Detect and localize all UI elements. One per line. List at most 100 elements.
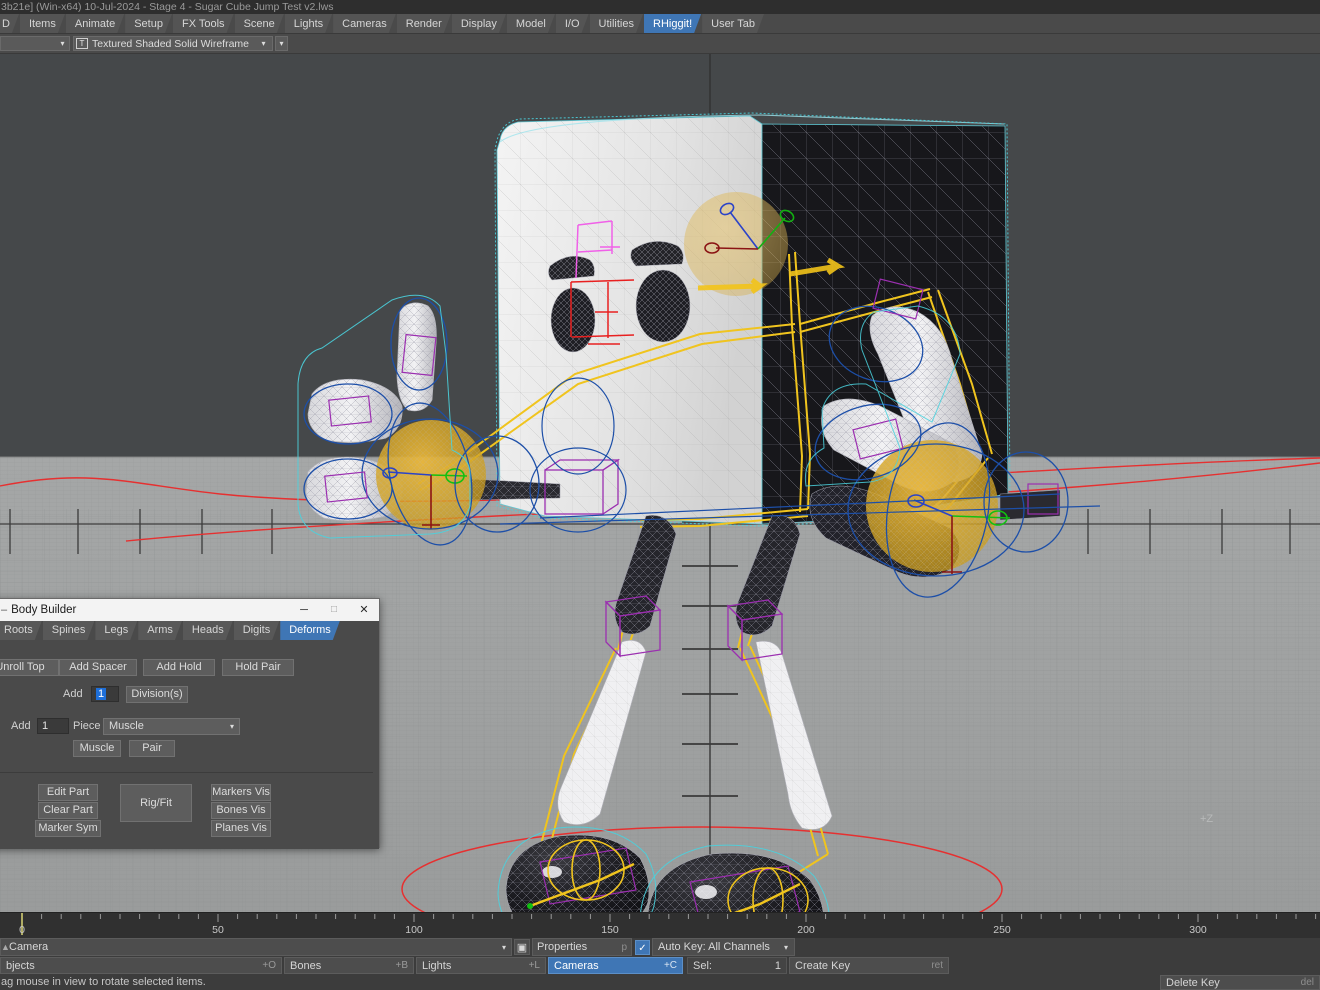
select-mode-label: bjects [6,960,35,972]
timeline-tick-label: 300 [1189,923,1207,937]
menu-tab-items[interactable]: Items [20,14,65,33]
piece-type-dropdown[interactable]: Muscle ▾ [103,718,240,735]
maximize-icon[interactable]: □ [319,599,349,621]
select-mode-cameras[interactable]: Cameras+C [548,957,683,974]
menu-tab-i-o[interactable]: I/O [556,14,589,33]
dialog-tab-digits[interactable]: Digits [234,621,280,640]
menu-tab-cameras[interactable]: Cameras [333,14,396,33]
dialog-tab-roots[interactable]: Roots [0,621,42,640]
delete-key-label: Delete Key [1166,977,1220,989]
bottom-row-camera: ▲ Camera ▾ ▣ Properties p ✓ Auto Key: Al… [0,938,1320,956]
select-mode-bones[interactable]: Bones+B [284,957,414,974]
add-hold-button[interactable]: Add Hold [143,659,215,676]
menu-tab-animate[interactable]: Animate [66,14,124,33]
menu-tab-utilities[interactable]: Utilities [590,14,643,33]
dialog-title-text: Body Builder [11,604,76,616]
pair-button[interactable]: Pair [129,740,175,757]
menu-tab-d[interactable]: D [0,14,19,33]
delete-key-button[interactable]: Delete Key del [1160,975,1320,990]
create-key-hotkey: ret [931,960,943,971]
timeline-tick-label: 50 [212,923,224,937]
menu-tab-lights[interactable]: Lights [285,14,332,33]
bones-vis-button[interactable]: Bones Vis [211,802,271,819]
select-mode-lights[interactable]: Lights+L [416,957,546,974]
unroll-top-button[interactable]: Unroll Top [0,659,59,676]
properties-hotkey: p [621,942,627,953]
dialog-tab-bar: Roots Spines LegsArms Heads Digits Deforms [0,621,379,640]
viewport-extra-dropdown[interactable]: ▾ [275,36,288,51]
dialog-tab-legs[interactable]: Legs [95,621,137,640]
timeline-ruler[interactable]: 050100150200250300 [0,912,1320,938]
create-key-button[interactable]: Create Key ret [789,957,949,974]
dialog-tab-label: Spines [52,624,86,636]
main-menu-tab-bar: D Items Animate Setup FX ToolsSceneLights Cam… [0,14,1320,34]
autokey-label: Auto Key: All Channels [658,941,770,953]
edit-part-button[interactable]: Edit Part [38,784,98,801]
body-builder-dialog[interactable]: – Body Builder ─ □ ✕ Roots Spines LegsArms… [0,598,380,848]
markers-vis-button[interactable]: Markers Vis [211,784,271,801]
menu-tab-label: Cameras [342,18,387,30]
timeline-frame-labels: 050100150200250300 [0,923,1320,937]
menu-tab-label: Setup [134,18,163,30]
planes-vis-button[interactable]: Planes Vis [211,820,271,837]
muscle-button[interactable]: Muscle [73,740,121,757]
timeline-tick-label: 200 [797,923,815,937]
piece-count-input[interactable]: 1 [37,718,69,734]
timeline-tick-label: 250 [993,923,1011,937]
marker-sym-button[interactable]: Marker Sym [35,820,101,837]
piece-label: Piece [73,720,101,732]
menu-tab-setup[interactable]: Setup [125,14,172,33]
hold-pair-button[interactable]: Hold Pair [222,659,294,676]
autokey-mode-dropdown[interactable]: Auto Key: All Channels ▾ [652,938,795,956]
bottom-row-status: ag mouse in view to rotate selected item… [0,975,1320,990]
rig-fit-button[interactable]: Rig/Fit [120,784,192,822]
dialog-tab-heads[interactable]: Heads [183,621,233,640]
properties-button[interactable]: Properties p [532,938,632,956]
select-mode-label: Cameras [554,960,599,972]
viewport-shading-label: Textured Shaded Solid Wireframe [92,38,257,50]
bottom-control-panel: ▲ Camera ▾ ▣ Properties p ✓ Auto Key: Al… [0,938,1320,990]
minimize-icon[interactable]: ─ [289,599,319,621]
chevron-down-icon: ▾ [257,37,270,50]
camera-options-button[interactable]: ▣ [514,939,530,955]
viewport-shading-dropdown[interactable]: T Textured Shaded Solid Wireframe ▾ [73,36,273,51]
menu-tab-label: Items [29,18,56,30]
menu-tab-user-tab[interactable]: User Tab [702,14,764,33]
chevron-down-icon: ▾ [56,37,69,50]
camera-select-dropdown[interactable]: ▲ Camera ▾ [0,938,512,956]
create-key-label: Create Key [795,960,850,972]
menu-tab-fx-tools[interactable]: FX Tools [173,14,234,33]
dialog-title-bar[interactable]: – Body Builder ─ □ ✕ [0,599,379,621]
autokey-checkbox[interactable]: ✓ [635,940,650,955]
dialog-tab-spines[interactable]: Spines [43,621,95,640]
dialog-tab-deforms[interactable]: Deforms [280,621,340,640]
menu-tab-scene[interactable]: Scene [235,14,284,33]
menu-tab-label: Model [516,18,546,30]
viewport-options-bar: ▾ T Textured Shaded Solid Wireframe ▾ ▾ [0,34,1320,54]
selection-count: Sel:1 [687,957,787,974]
camera-icon: ▲ [1,942,9,952]
menu-tab-render[interactable]: Render [397,14,451,33]
add-spacer-button[interactable]: Add Spacer [59,659,137,676]
divisions-count-input[interactable]: 1 [91,686,119,702]
menu-tab-model[interactable]: Model [507,14,555,33]
menu-tab-rhiggit-[interactable]: RHiggit! [644,14,701,33]
menu-tab-display[interactable]: Display [452,14,506,33]
viewport-layout-dropdown[interactable]: ▾ [0,36,70,51]
menu-tab-label: User Tab [711,18,755,30]
dialog-window-controls: ─ □ ✕ [289,599,379,621]
delete-key-hotkey: del [1301,977,1314,988]
dialog-tab-arms[interactable]: Arms [138,621,182,640]
axis-label-z: +Z [1200,813,1213,825]
dialog-tab-label: Deforms [289,624,331,636]
timeline-tick-label: 0 [19,923,25,937]
clear-part-button[interactable]: Clear Part [38,802,98,819]
lightwave-layout-window: 3b21e] (Win-x64) 10-Jul-2024 - Stage 4 -… [0,0,1320,990]
dialog-tab-label: Heads [192,624,224,636]
select-mode-bjects[interactable]: bjects+O [0,957,282,974]
chevron-down-icon: ▾ [778,943,794,952]
select-mode-label: Lights [422,960,451,972]
check-icon: ✓ [638,943,646,954]
close-icon[interactable]: ✕ [349,599,379,621]
divisions-button[interactable]: Division(s) [126,686,188,703]
